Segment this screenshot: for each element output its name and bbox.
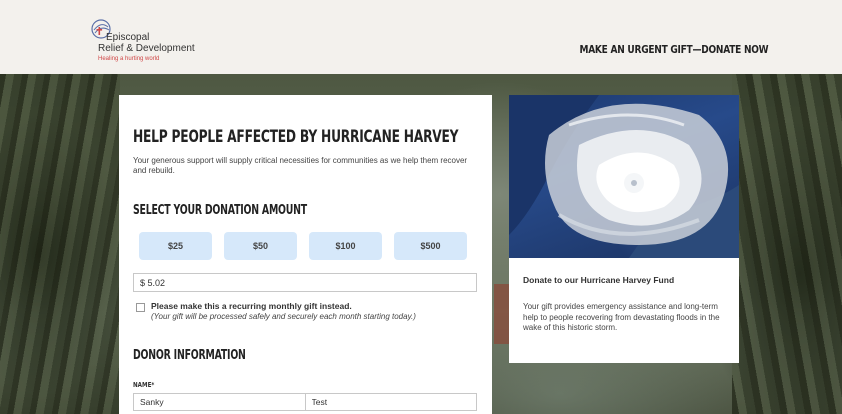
amount-button-25[interactable]: $25 <box>139 232 212 260</box>
hurricane-satellite-image <box>509 95 739 258</box>
site-header: Episcopal Relief & Development Healing a… <box>0 0 842 74</box>
donation-amount-heading: SELECT YOUR DONATION AMOUNT <box>133 203 307 218</box>
logo-name-line2: Relief & Development <box>98 43 195 54</box>
amount-options: $25 $50 $100 $500 <box>139 232 467 260</box>
amount-button-50[interactable]: $50 <box>224 232 297 260</box>
intro-text: Your generous support will supply critic… <box>133 156 468 175</box>
logo-name-line1: Episcopal <box>106 32 150 43</box>
recurring-checkbox[interactable] <box>136 303 145 312</box>
recurring-note: (Your gift will be processed safely and … <box>151 312 416 321</box>
fund-title: Donate to our Hurricane Harvey Fund <box>523 275 675 285</box>
donor-info-heading: DONOR INFORMATION <box>133 348 246 363</box>
logo-tagline: Healing a hurting world <box>98 56 160 62</box>
amount-button-500[interactable]: $500 <box>394 232 467 260</box>
hurricane-fund-card: Donate to our Hurricane Harvey Fund Your… <box>509 95 739 363</box>
donation-form-card: HELP PEOPLE AFFECTED BY HURRICANE HARVEY… <box>119 95 492 414</box>
name-fields <box>133 393 477 411</box>
donate-now-link[interactable]: MAKE AN URGENT GIFT—DONATE NOW <box>579 43 768 56</box>
recurring-label[interactable]: Please make this a recurring monthly gif… <box>151 301 352 311</box>
name-label: NAME* <box>133 381 155 389</box>
last-name-input[interactable] <box>305 393 477 411</box>
page-title: HELP PEOPLE AFFECTED BY HURRICANE HARVEY <box>133 127 459 147</box>
trees-right <box>732 74 842 414</box>
first-name-input[interactable] <box>133 393 306 411</box>
fund-description: Your gift provides emergency assistance … <box>523 302 720 332</box>
trees-left <box>0 74 120 414</box>
amount-button-100[interactable]: $100 <box>309 232 382 260</box>
other-amount-input[interactable] <box>133 273 477 292</box>
